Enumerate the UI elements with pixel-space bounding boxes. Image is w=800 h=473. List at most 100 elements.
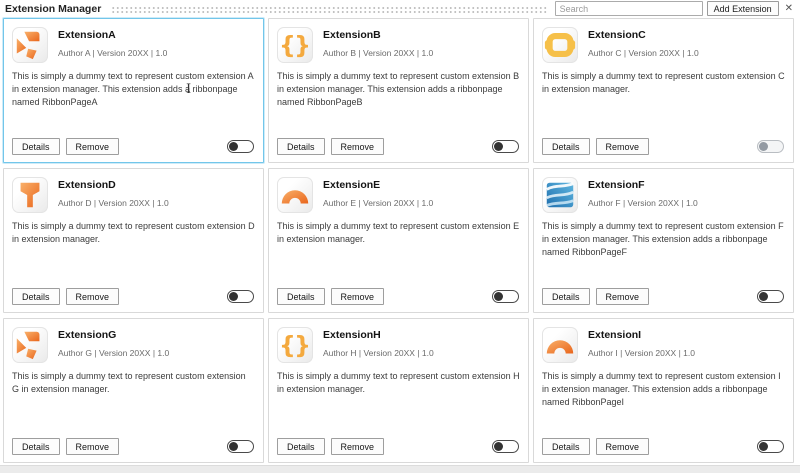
- card-footer: Details Remove: [277, 438, 519, 455]
- enable-toggle[interactable]: [227, 290, 254, 303]
- extension-description: This is simply a dummy text to represent…: [12, 70, 255, 109]
- card-footer: Details Remove: [542, 288, 784, 305]
- remove-button[interactable]: Remove: [596, 138, 650, 155]
- extension-card[interactable]: ExtensionI Author I | Version 20XX | 1.0…: [533, 318, 794, 463]
- details-button[interactable]: Details: [542, 438, 590, 455]
- search-input[interactable]: [555, 1, 703, 16]
- card-footer: Details Remove: [12, 438, 254, 455]
- extension-author-version: Author C | Version 20XX | 1.0: [588, 48, 699, 58]
- enable-toggle[interactable]: [492, 140, 519, 153]
- enable-toggle[interactable]: [492, 440, 519, 453]
- enable-toggle[interactable]: [757, 140, 784, 153]
- extension-title: ExtensionC: [588, 29, 699, 41]
- extension-manager-window: Extension Manager Add Extension ✕ Extens…: [0, 0, 800, 473]
- pinwheel-icon: [12, 327, 48, 363]
- svg-text:}: }: [294, 332, 311, 360]
- extension-description: This is simply a dummy text to represent…: [542, 220, 785, 259]
- svg-text:}: }: [294, 32, 311, 60]
- extension-author-version: Author H | Version 20XX | 1.0: [323, 348, 434, 358]
- extension-author-version: Author I | Version 20XX | 1.0: [588, 348, 695, 358]
- enable-toggle[interactable]: [757, 290, 784, 303]
- remove-button[interactable]: Remove: [331, 438, 385, 455]
- extension-title: ExtensionH: [323, 329, 434, 341]
- extension-description: This is simply a dummy text to represent…: [542, 370, 785, 409]
- card-header: ExtensionD Author D | Version 20XX | 1.0: [12, 177, 255, 213]
- details-button[interactable]: Details: [12, 288, 60, 305]
- enable-toggle[interactable]: [227, 140, 254, 153]
- card-header: ExtensionI Author I | Version 20XX | 1.0: [542, 327, 785, 363]
- details-button[interactable]: Details: [277, 288, 325, 305]
- add-extension-button[interactable]: Add Extension: [707, 1, 779, 16]
- toggle-knob: [229, 442, 238, 451]
- card-footer: Details Remove: [542, 138, 784, 155]
- remove-button[interactable]: Remove: [596, 288, 650, 305]
- extension-card[interactable]: ExtensionG Author G | Version 20XX | 1.0…: [3, 318, 264, 463]
- close-icon[interactable]: ✕: [785, 4, 793, 14]
- card-header: ExtensionF Author F | Version 20XX | 1.0: [542, 177, 785, 213]
- enable-toggle[interactable]: [227, 440, 254, 453]
- details-button[interactable]: Details: [542, 288, 590, 305]
- card-footer: Details Remove: [277, 288, 519, 305]
- toggle-knob: [494, 442, 503, 451]
- details-button[interactable]: Details: [277, 438, 325, 455]
- remove-button[interactable]: Remove: [66, 138, 120, 155]
- toggle-knob: [229, 292, 238, 301]
- extension-title: ExtensionB: [323, 29, 433, 41]
- details-button[interactable]: Details: [277, 138, 325, 155]
- toggle-knob: [759, 142, 768, 151]
- extension-card[interactable]: ExtensionA Author A | Version 20XX | 1.0…: [3, 18, 264, 163]
- braces-icon: {}: [277, 327, 313, 363]
- remove-button[interactable]: Remove: [331, 138, 385, 155]
- card-header: ExtensionG Author G | Version 20XX | 1.0: [12, 327, 255, 363]
- extension-card[interactable]: {} ExtensionH Author H | Version 20XX | …: [268, 318, 529, 463]
- card-header: ExtensionE Author E | Version 20XX | 1.0: [277, 177, 520, 213]
- extension-description: This is simply a dummy text to represent…: [542, 70, 785, 96]
- extension-card[interactable]: ExtensionF Author F | Version 20XX | 1.0…: [533, 168, 794, 313]
- extension-title: ExtensionF: [588, 179, 698, 191]
- extension-description: This is simply a dummy text to represent…: [12, 220, 255, 246]
- card-footer: Details Remove: [12, 138, 254, 155]
- title-bar: Extension Manager Add Extension ✕: [0, 0, 800, 17]
- toggle-knob: [229, 142, 238, 151]
- extension-card-grid: ExtensionA Author A | Version 20XX | 1.0…: [3, 18, 794, 463]
- remove-button[interactable]: Remove: [66, 438, 120, 455]
- extension-card[interactable]: ExtensionD Author D | Version 20XX | 1.0…: [3, 168, 264, 313]
- extension-card[interactable]: {} ExtensionB Author B | Version 20XX | …: [268, 18, 529, 163]
- braces-icon: {}: [277, 27, 313, 63]
- enable-toggle[interactable]: [492, 290, 519, 303]
- extension-card[interactable]: ExtensionC Author C | Version 20XX | 1.0…: [533, 18, 794, 163]
- plug-frame-icon: [542, 27, 578, 63]
- extension-title: ExtensionG: [58, 329, 169, 341]
- details-button[interactable]: Details: [542, 138, 590, 155]
- remove-button[interactable]: Remove: [66, 288, 120, 305]
- extension-title: ExtensionD: [58, 179, 169, 191]
- arch-icon: [277, 177, 313, 213]
- toggle-knob: [759, 292, 768, 301]
- card-footer: Details Remove: [542, 438, 784, 455]
- extension-author-version: Author G | Version 20XX | 1.0: [58, 348, 169, 358]
- drag-dots-pattern: [111, 6, 546, 13]
- extension-description: This is simply a dummy text to represent…: [12, 370, 255, 396]
- enable-toggle[interactable]: [757, 440, 784, 453]
- bottom-strip: [0, 465, 800, 473]
- toggle-knob: [759, 442, 768, 451]
- card-header: ExtensionC Author C | Version 20XX | 1.0: [542, 27, 785, 63]
- arch-icon: [542, 327, 578, 363]
- extension-title: ExtensionI: [588, 329, 695, 341]
- extension-title: ExtensionE: [323, 179, 433, 191]
- card-footer: Details Remove: [12, 288, 254, 305]
- extension-description: This is simply a dummy text to represent…: [277, 70, 520, 109]
- pinwheel-icon: [12, 27, 48, 63]
- remove-button[interactable]: Remove: [331, 288, 385, 305]
- details-button[interactable]: Details: [12, 138, 60, 155]
- waves-icon: [542, 177, 578, 213]
- extension-description: This is simply a dummy text to represent…: [277, 370, 520, 396]
- card-footer: Details Remove: [277, 138, 519, 155]
- extension-author-version: Author D | Version 20XX | 1.0: [58, 198, 169, 208]
- remove-button[interactable]: Remove: [596, 438, 650, 455]
- card-header: {} ExtensionH Author H | Version 20XX | …: [277, 327, 520, 363]
- details-button[interactable]: Details: [12, 438, 60, 455]
- extension-author-version: Author F | Version 20XX | 1.0: [588, 198, 698, 208]
- extension-card[interactable]: ExtensionE Author E | Version 20XX | 1.0…: [268, 168, 529, 313]
- extension-description: This is simply a dummy text to represent…: [277, 220, 520, 246]
